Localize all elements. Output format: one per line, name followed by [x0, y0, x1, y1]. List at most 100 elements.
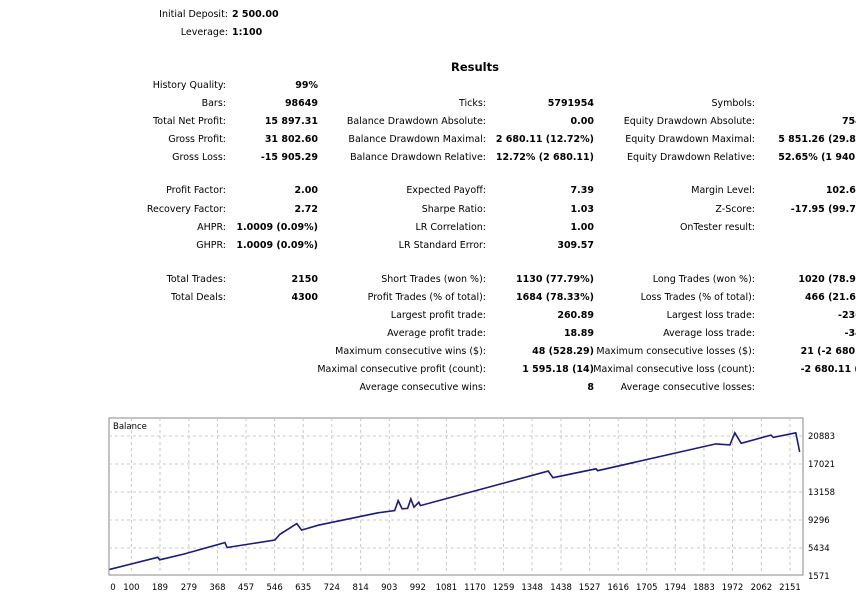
stat-value: 98649 — [284, 98, 318, 109]
header-label: Leverage: — [180, 27, 228, 38]
stat-value: -34.1 — [844, 328, 856, 339]
stat-value: 52.65% (1 940.75 — [778, 152, 856, 163]
results-title: Results — [451, 60, 499, 74]
balance-point — [401, 508, 403, 510]
stat-value: 309.57 — [557, 240, 594, 251]
stat-value: 4300 — [291, 292, 318, 303]
stat-label: History Quality: — [152, 80, 226, 91]
stat-value: 1020 (78.92% — [798, 274, 856, 285]
stat-value: 48 (528.29) — [532, 346, 594, 357]
balance-point — [418, 501, 420, 503]
y-tick-label: 1571 — [808, 572, 830, 582]
stat-label: Maximum consecutive wins ($): — [335, 346, 486, 357]
x-tick-label: 1170 — [464, 583, 486, 593]
stat-label: Balance Drawdown Maximal: — [348, 134, 486, 145]
stat-label: Recovery Factor: — [146, 204, 226, 215]
stat-value: 99% — [295, 80, 318, 91]
stat-label: Symbols: — [711, 98, 755, 109]
stat-label: Total Trades: — [166, 274, 226, 285]
stat-label: Bars: — [201, 98, 226, 109]
balance-point — [595, 468, 597, 470]
stat-label: Maximal consecutive loss (count): — [593, 364, 755, 375]
stat-label: AHPR: — [197, 222, 226, 233]
stat-label: LR Standard Error: — [398, 240, 486, 251]
stat-value: 1 595.18 (14) — [522, 364, 594, 375]
stat-value: 260.89 — [557, 310, 594, 321]
balance-point — [410, 498, 412, 500]
stat-value: 18.89 — [563, 328, 594, 339]
balance-point — [397, 500, 399, 502]
stat-label: Largest loss trade: — [666, 310, 755, 321]
balance-point — [157, 556, 159, 558]
stat-label: Short Trades (won %): — [381, 274, 486, 285]
stat-value: 1684 (78.33%) — [516, 292, 594, 303]
balance-point — [419, 504, 421, 507]
balance-point — [394, 509, 396, 512]
x-tick-label: 1259 — [493, 583, 515, 593]
stat-label: Profit Trades (% of total): — [367, 292, 486, 303]
header-value: 1:100 — [232, 27, 263, 38]
x-tick-label: 2062 — [751, 583, 773, 593]
stat-label: Margin Level: — [691, 185, 755, 196]
stat-value: 466 (21.67% — [804, 292, 856, 303]
stat-label: Balance Drawdown Relative: — [350, 152, 486, 163]
stat-value: 1.0009 (0.09%) — [236, 240, 318, 251]
stat-label: Equity Drawdown Maximal: — [625, 134, 755, 145]
balance-point — [183, 553, 185, 555]
stat-label: Long Trades (won %): — [652, 274, 755, 285]
stat-label: Expected Payoff: — [406, 185, 486, 196]
x-tick-label: 368 — [209, 583, 225, 593]
stat-value: 5 851.26 (29.85% — [778, 134, 856, 145]
y-tick-label: 20883 — [808, 432, 835, 442]
stat-label: Total Deals: — [171, 292, 226, 303]
x-tick-label: 0 — [110, 583, 115, 593]
stat-value: 1.00 — [570, 222, 594, 233]
stat-value: 754.6 — [841, 116, 856, 127]
stat-value: 7.39 — [570, 185, 594, 196]
stat-label: OnTester result: — [679, 222, 755, 233]
balance-point — [799, 450, 801, 453]
y-tick-label: 5434 — [808, 544, 830, 554]
balance-point — [224, 541, 226, 544]
balance-point — [109, 568, 111, 570]
y-tick-label: 13158 — [808, 488, 835, 498]
x-tick-label: 1527 — [579, 583, 601, 593]
stat-value: -15 905.29 — [260, 152, 318, 163]
stat-label: Sharpe Ratio: — [421, 204, 486, 215]
stat-value: 1130 (77.79%) — [516, 274, 594, 285]
balance-chart: 0 100 189 279 368 457 546 635 724 814 903 992 1081 11… — [108, 417, 835, 593]
header-value: 2 500.00 — [232, 9, 279, 20]
x-tick-label: 546 — [267, 583, 283, 593]
stat-label: LR Correlation: — [415, 222, 487, 233]
stat-value: 5791954 — [547, 98, 594, 109]
stat-value: 12.72% (2 680.11) — [495, 152, 594, 163]
chart-title: Balance — [113, 422, 147, 432]
stat-label: Z-Score: — [715, 204, 755, 215]
balance-point — [279, 533, 281, 535]
balance-point — [406, 507, 409, 509]
balance-point — [770, 434, 772, 436]
stat-value: 2.00 — [294, 185, 318, 196]
balance-point — [300, 529, 303, 531]
balance-point — [377, 512, 379, 514]
x-tick-label: 814 — [353, 583, 369, 593]
stat-label: Balance Drawdown Absolute: — [346, 116, 486, 127]
x-tick-label: 1616 — [607, 583, 629, 593]
x-tick-label: 457 — [238, 583, 254, 593]
stat-value: -2 680.11 (21 — [800, 364, 856, 375]
balance-point — [296, 522, 298, 525]
x-tick-label: 1081 — [436, 583, 458, 593]
x-tick-label: 1972 — [722, 583, 744, 593]
stat-value: -236.9 — [838, 310, 856, 321]
stat-label: Total Net Profit: — [153, 116, 226, 127]
balance-point — [159, 559, 161, 561]
stat-value: -17.95 (99.74% — [790, 204, 856, 215]
stat-label: Gross Profit: — [168, 134, 226, 145]
x-tick-label: 903 — [381, 583, 397, 593]
stat-label: Equity Drawdown Absolute: — [623, 116, 755, 127]
stat-value: 2 680.11 (12.72%) — [495, 134, 594, 145]
balance-point — [413, 506, 415, 508]
balance-point — [729, 444, 731, 446]
stat-label: Largest profit trade: — [390, 310, 486, 321]
y-tick-label: 17021 — [808, 460, 835, 470]
